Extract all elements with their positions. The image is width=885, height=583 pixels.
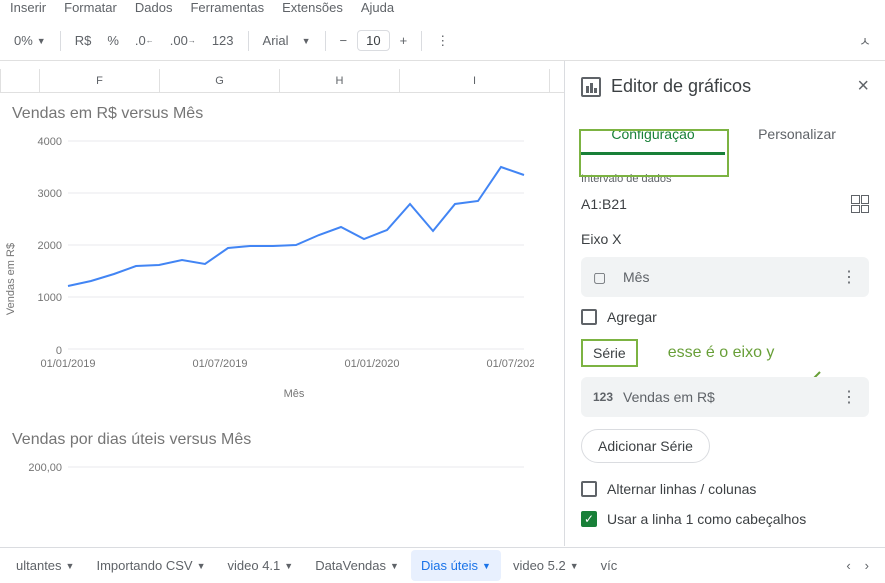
close-icon[interactable]: × [857, 75, 869, 98]
number-icon: 123 [593, 390, 611, 404]
y-ticks: 0 1000 2000 3000 4000 [38, 136, 62, 357]
column-headers: F G H I [0, 69, 564, 93]
svg-text:200,00: 200,00 [28, 462, 62, 474]
svg-text:0: 0 [56, 345, 62, 357]
calendar-icon: ▢ [593, 269, 611, 286]
sheet-tab[interactable]: ultantes▼ [6, 550, 84, 581]
series-field[interactable]: 123 Vendas em R$ ⋮ [581, 377, 869, 417]
x-axis-field[interactable]: ▢ Mês ⋮ [581, 257, 869, 297]
menu-tools[interactable]: Ferramentas [190, 0, 264, 15]
col-i[interactable]: I [400, 69, 550, 92]
chart-sales-vs-month[interactable]: Vendas em R$ versus Mês Vendas em R$ 0 1… [4, 105, 564, 419]
svg-text:01/01/2020: 01/01/2020 [344, 358, 399, 370]
data-range-value[interactable]: A1:B21 [581, 196, 627, 212]
zoom-select[interactable]: 0%▼ [8, 29, 52, 52]
font-select[interactable]: Arial▼ [257, 29, 317, 52]
svg-text:4000: 4000 [38, 136, 62, 148]
more-icon[interactable]: ⋮ [841, 387, 857, 407]
font-size-input[interactable]: 10 [357, 30, 389, 51]
tabs-scroll-left[interactable]: ‹ [846, 558, 850, 573]
font-size-dec[interactable]: − [334, 29, 354, 52]
increase-decimal[interactable]: .00→ [164, 29, 202, 52]
menu-data[interactable]: Dados [135, 0, 173, 15]
data-range-label: Intervalo de dados [581, 173, 869, 185]
menu-extensions[interactable]: Extensões [282, 0, 343, 15]
menu-help[interactable]: Ajuda [361, 0, 394, 15]
annotation-text: esse é o eixo y [668, 344, 775, 362]
swap-rows-cols-checkbox[interactable] [581, 481, 597, 497]
chart-line-series [68, 167, 524, 286]
tab-customize[interactable]: Personalizar [725, 116, 869, 155]
format-currency[interactable]: R$ [69, 29, 98, 52]
font-size-inc[interactable]: + [394, 29, 414, 52]
format-123[interactable]: 123 [206, 29, 240, 52]
sidebar-title: Editor de gráficos [611, 76, 751, 97]
menu-insert[interactable]: Inserir [10, 0, 46, 15]
aggregate-checkbox[interactable] [581, 309, 597, 325]
add-series-button[interactable]: Adicionar Série [581, 429, 710, 463]
y-axis-label: Vendas em R$ [5, 243, 17, 315]
svg-text:01/07/2019: 01/07/2019 [192, 358, 247, 370]
toolbar: 0%▼ R$ % .0← .00→ 123 Arial▼ − 10 + ⋮ ㅅ [0, 21, 885, 61]
sheet-tab[interactable]: video 4.1▼ [218, 550, 304, 581]
x-ticks: 01/01/2019 01/07/2019 01/01/2020 01/07/2… [40, 358, 534, 370]
menu-format[interactable]: Formatar [64, 0, 117, 15]
svg-text:3000: 3000 [38, 188, 62, 200]
svg-text:2000: 2000 [38, 240, 62, 252]
col-g[interactable]: G [160, 69, 280, 92]
chart-icon [581, 77, 601, 97]
format-percent[interactable]: % [101, 29, 125, 52]
svg-text:01/07/2020: 01/07/2020 [486, 358, 534, 370]
chart-workdays-vs-month[interactable]: Vendas por dias úteis versus Mês 200,00 [4, 431, 564, 482]
sheet-tab[interactable]: video 5.2▼ [503, 550, 589, 581]
x-axis-label: Mês [284, 388, 305, 400]
sheet-tab[interactable]: DataVendas▼ [305, 550, 409, 581]
col-f[interactable]: F [40, 69, 160, 92]
svg-text:01/01/2019: 01/01/2019 [40, 358, 95, 370]
chart-title: Vendas em R$ versus Mês [12, 105, 564, 123]
aggregate-label: Agregar [607, 309, 657, 325]
more-icon[interactable]: ⋮ [841, 267, 857, 287]
row1-header-label: Usar a linha 1 como cabeçalhos [607, 511, 806, 527]
chart-editor-panel: Editor de gráficos × Configuração Person… [565, 61, 885, 546]
chart2-title: Vendas por dias úteis versus Mês [12, 431, 564, 449]
sheet-tab[interactable]: víc [591, 550, 628, 581]
select-range-icon[interactable] [851, 195, 869, 213]
swap-label: Alternar linhas / colunas [607, 481, 756, 497]
use-row1-headers-checkbox[interactable]: ✓ [581, 511, 597, 527]
more-toolbar[interactable]: ⋮ [430, 29, 455, 53]
tabs-scroll-right[interactable]: › [865, 558, 869, 573]
svg-text:1000: 1000 [38, 292, 62, 304]
col-h[interactable]: H [280, 69, 400, 92]
decrease-decimal[interactable]: .0← [129, 29, 160, 52]
sheet-tabs-bar: ultantes▼ Importando CSV▼ video 4.1▼ Dat… [0, 547, 885, 583]
sheet-tab-active[interactable]: Dias úteis▼ [411, 550, 501, 581]
tab-setup[interactable]: Configuração [581, 116, 725, 155]
toolbar-collapse[interactable]: ㅅ [853, 27, 877, 54]
series-section-label: Série [581, 339, 638, 367]
x-axis-section: Eixo X [581, 231, 869, 247]
sheet-tab[interactable]: Importando CSV▼ [86, 550, 215, 581]
